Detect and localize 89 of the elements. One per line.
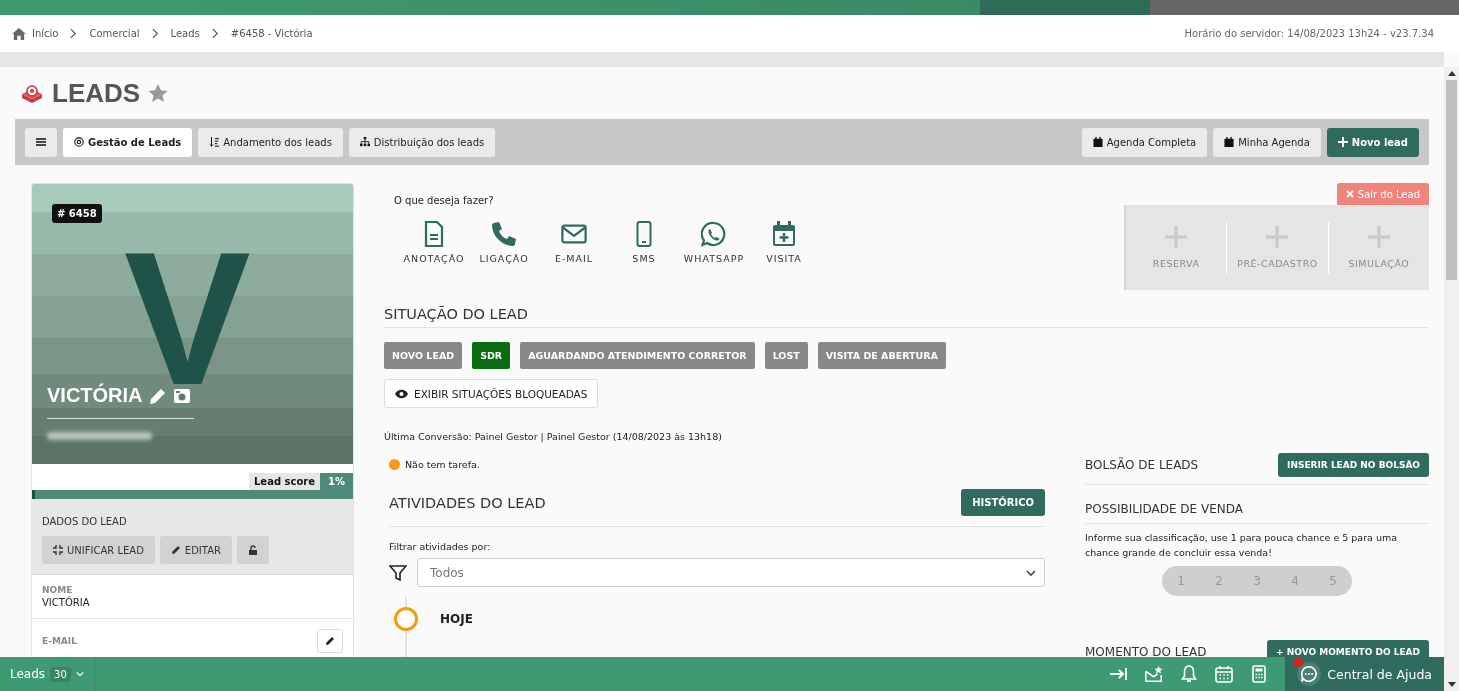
- calculator-icon[interactable]: [1250, 665, 1269, 683]
- chevron-icon: [211, 28, 219, 39]
- plus-icon: [1266, 226, 1289, 248]
- star-icon[interactable]: [148, 83, 169, 103]
- chevron-down-icon: [75, 670, 84, 678]
- scrollbar[interactable]: [1444, 657, 1459, 691]
- hint-text: Informe sua classificação, use 1 para pouca chance e 5 para uma chance grande de concluir essa venda!: [1085, 531, 1399, 560]
- status-button[interactable]: LOST: [764, 342, 808, 369]
- tab[interactable]: Gestão de Leads: [63, 127, 193, 157]
- eye-icon: [395, 388, 408, 399]
- timeline-label: HOJE: [440, 612, 473, 626]
- section-title: BOLSÃO DE LEADS: [1085, 458, 1199, 472]
- camera-icon[interactable]: [172, 386, 191, 405]
- section-title: MOMENTO DO LEAD: [1085, 645, 1207, 657]
- scrollbar-thumb[interactable]: [1446, 80, 1457, 280]
- envelope-star-icon[interactable]: [1145, 665, 1164, 683]
- bell-icon[interactable]: [1180, 665, 1199, 683]
- page-title: LEADS: [52, 77, 141, 109]
- close-icon: [1345, 190, 1354, 198]
- section-title: DADOS DO LEAD: [42, 516, 128, 527]
- compress-icon: [53, 545, 63, 555]
- task-text: Não tem tarefa.: [405, 459, 480, 470]
- chevron-icon: [70, 28, 78, 39]
- status-button[interactable]: NOVO LEAD: [384, 342, 463, 369]
- home-icon: [12, 27, 26, 40]
- agenda-button[interactable]: Minha Agenda: [1213, 127, 1321, 157]
- filter-select[interactable]: Todos: [417, 558, 1045, 587]
- breadcrumb-link[interactable]: Comercial: [89, 28, 140, 39]
- pencil-icon[interactable]: [148, 386, 167, 405]
- menu-icon: [36, 137, 46, 147]
- sort-icon: [209, 137, 220, 147]
- calendar-plus-icon: [771, 221, 797, 247]
- section-title: ATIVIDADES DO LEAD: [389, 494, 546, 511]
- breadcrumb-link[interactable]: Leads: [170, 28, 200, 39]
- calendar-icon[interactable]: [1215, 665, 1234, 683]
- server-time-text: Horário do servidor: 14/08/2023 13h24 - v23.7.34: [1184, 28, 1434, 39]
- section-title: SITUAÇÃO DO LEAD: [384, 306, 1429, 328]
- timeline-marker: [394, 607, 418, 631]
- calendar-icon: [1092, 137, 1103, 147]
- phone-icon: [491, 221, 517, 247]
- arrow-right-bar-icon[interactable]: [1110, 665, 1129, 683]
- plus-icon: [1367, 226, 1390, 248]
- insert-pocket-button[interactable]: INSERIR LEAD NO BOLSÃO: [1278, 453, 1429, 477]
- tab[interactable]: Andamento dos leads: [198, 127, 343, 157]
- module-selector[interactable]: Leads 30: [0, 657, 95, 691]
- tab[interactable]: Distribuição dos leads: [348, 127, 496, 157]
- lock-button[interactable]: [236, 536, 269, 564]
- lead-id-badge: # 6458: [52, 204, 102, 223]
- unlock-icon: [247, 545, 258, 555]
- status-button[interactable]: AGUARDANDO ATENDIMENTO CORRETOR: [520, 342, 755, 369]
- field-label: NOME: [42, 585, 73, 595]
- chat-phone-icon: [701, 221, 727, 247]
- show-blocked-button[interactable]: EXIBIR SITUAÇÕES BLOQUEADAS: [384, 379, 599, 408]
- scroll-down-icon[interactable]: [1447, 682, 1456, 687]
- scroll-up-icon[interactable]: [1447, 71, 1456, 76]
- agenda-button[interactable]: Agenda Completa: [1081, 127, 1208, 157]
- section-title: POSSIBILIDADE DE VENDA: [1085, 502, 1243, 516]
- target-icon: [20, 82, 44, 104]
- help-center-button[interactable]: Central de Ajuda: [1285, 657, 1444, 691]
- merge-lead-button[interactable]: UNIFICAR LEAD: [42, 536, 155, 564]
- last-conversion-text: Última Conversão: Painel Gestor | Painel Gestor (14/08/2023 às 13h18): [384, 431, 723, 442]
- pencil-icon: [325, 636, 335, 646]
- plus-icon: [1337, 137, 1348, 147]
- pencil-icon: [170, 545, 181, 555]
- lead-score-value: 1%: [320, 473, 353, 490]
- status-button[interactable]: VISITA DE ABERTURA: [817, 342, 946, 369]
- lead-score-label: Lead score: [249, 473, 320, 490]
- prompt-text: O que deseja fazer?: [394, 195, 494, 206]
- chevron-down-icon: [1026, 567, 1036, 578]
- lead-name: VICTÓRIA: [47, 384, 143, 407]
- hierarchy-icon: [359, 137, 370, 147]
- scrollbar[interactable]: [1444, 67, 1459, 657]
- history-button[interactable]: HISTÓRICO: [961, 489, 1045, 516]
- menu-button[interactable]: [25, 127, 57, 157]
- edit-button[interactable]: EDITAR: [159, 536, 232, 564]
- breadcrumb-link[interactable]: Início: [32, 28, 59, 39]
- new-moment-button[interactable]: + NOVO MOMENTO DO LEAD: [1267, 640, 1429, 657]
- status-button[interactable]: SDR: [472, 342, 511, 369]
- filter-label: Filtrar atividades por:: [389, 541, 492, 552]
- plus-icon: [1165, 226, 1188, 248]
- filter-icon: [389, 563, 407, 582]
- chevron-icon: [151, 28, 159, 39]
- calendar-icon: [1224, 137, 1235, 147]
- chat-icon: [1300, 665, 1319, 683]
- avatar-letter: V: [124, 250, 251, 387]
- field-label: E-MAIL: [42, 636, 77, 646]
- new-lead-button[interactable]: Novo lead: [1326, 127, 1419, 157]
- field-value: VICTÓRIA: [42, 597, 91, 608]
- edit-field-button[interactable]: [317, 629, 343, 653]
